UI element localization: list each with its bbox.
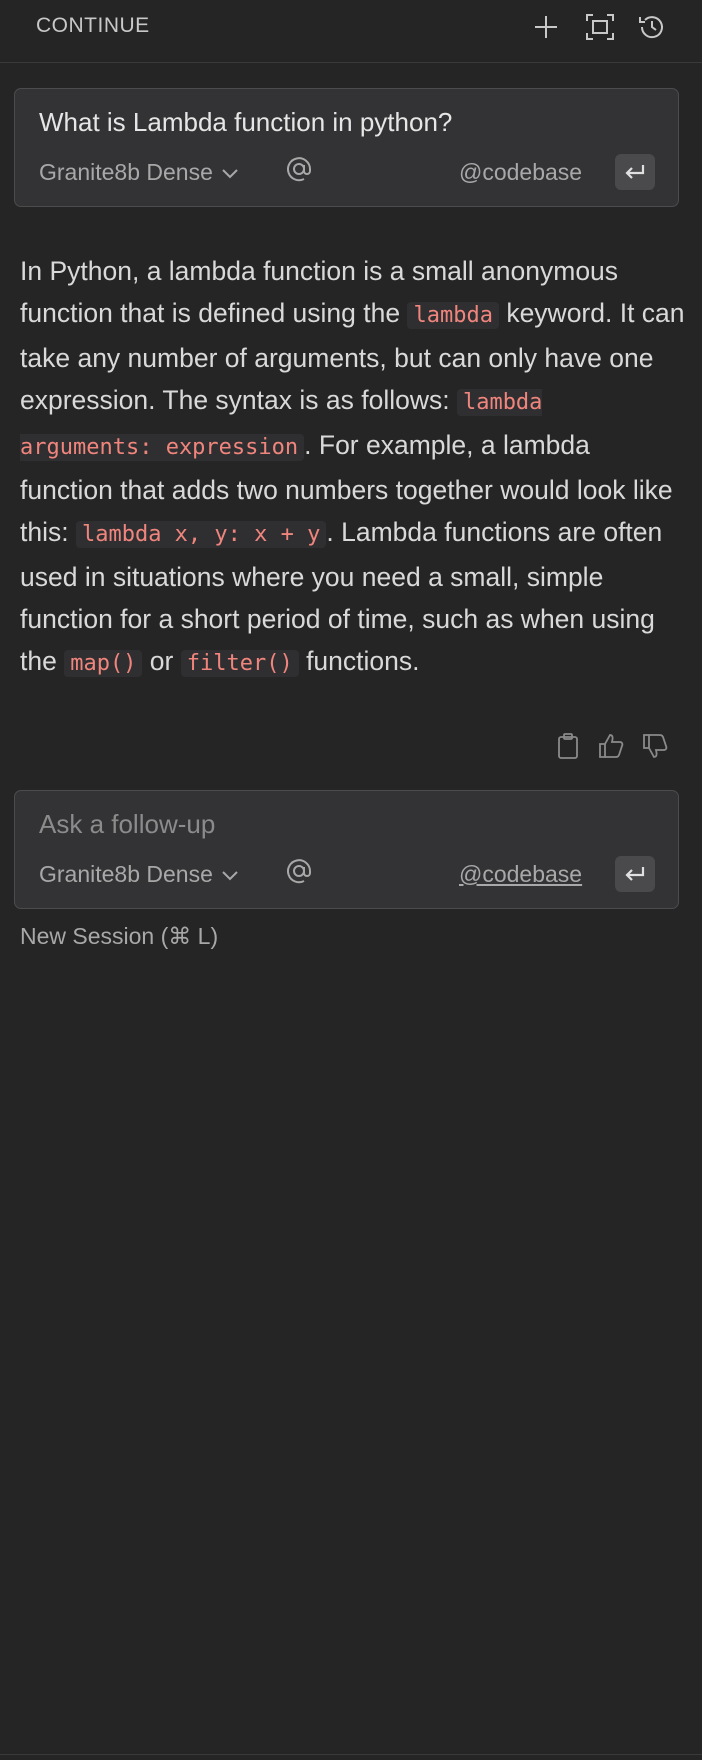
- chevron-down-icon: [222, 870, 238, 880]
- enter-icon: [625, 867, 645, 881]
- thumbs-up-icon[interactable]: [594, 729, 628, 763]
- new-session-link[interactable]: New Session (⌘ L): [20, 923, 218, 950]
- inline-code: lambda x, y: x + y: [75, 521, 327, 548]
- at-mention-icon[interactable]: [283, 153, 315, 185]
- sent-message-box[interactable]: What is Lambda function in python? Grani…: [14, 88, 679, 207]
- header-bar: CONTINUE: [0, 0, 702, 63]
- plus-icon[interactable]: [529, 10, 563, 44]
- sent-message-text[interactable]: What is Lambda function in python?: [39, 107, 452, 138]
- inline-code: lambda: [407, 302, 499, 329]
- fullscreen-icon[interactable]: [583, 10, 617, 44]
- assistant-response: In Python, a lambda function is a small …: [20, 250, 685, 685]
- codebase-context-button[interactable]: @codebase: [459, 861, 582, 888]
- followup-input-box[interactable]: Granite8b Dense @codebase: [14, 790, 679, 909]
- followup-input[interactable]: [39, 809, 539, 840]
- response-text: or: [142, 646, 181, 676]
- response-text: functions.: [298, 646, 420, 676]
- panel-title: CONTINUE: [36, 14, 150, 37]
- model-selector[interactable]: Granite8b Dense: [39, 159, 239, 186]
- submit-button[interactable]: [615, 856, 655, 892]
- codebase-context-button[interactable]: @codebase: [459, 159, 582, 186]
- enter-icon: [625, 165, 645, 179]
- history-icon[interactable]: [635, 10, 669, 44]
- inline-code: filter(): [180, 650, 299, 677]
- divider: [0, 1754, 702, 1755]
- model-selector[interactable]: Granite8b Dense: [39, 861, 239, 888]
- chevron-down-icon: [222, 168, 238, 178]
- copy-icon[interactable]: [551, 729, 585, 763]
- submit-button[interactable]: [615, 154, 655, 190]
- inline-code: map(): [64, 650, 143, 677]
- model-name: Granite8b Dense: [39, 861, 213, 887]
- model-name: Granite8b Dense: [39, 159, 213, 185]
- at-mention-icon[interactable]: [283, 855, 315, 887]
- thumbs-down-icon[interactable]: [638, 729, 672, 763]
